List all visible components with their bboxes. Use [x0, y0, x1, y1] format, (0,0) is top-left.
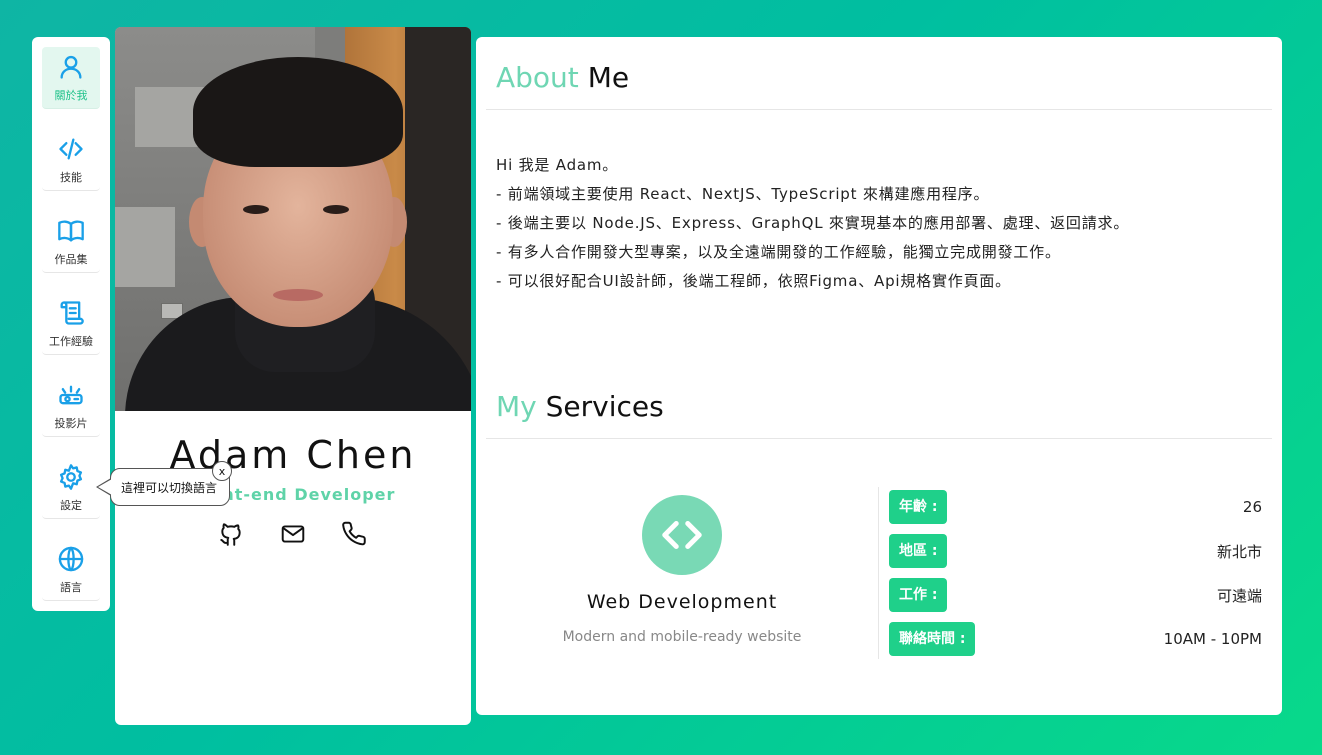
info-value: 可遠端 — [1216, 586, 1262, 605]
about-divider — [486, 109, 1272, 110]
phone-link[interactable] — [342, 521, 368, 547]
sidebar-item-label: 工作經驗 — [49, 335, 93, 348]
info-value: 10AM - 10PM — [1163, 630, 1262, 648]
info-key: 地區 : — [889, 534, 948, 568]
service-icon-circle — [642, 495, 722, 575]
about-title-accent: About — [496, 61, 579, 94]
book-icon — [58, 220, 84, 242]
sidebar-item-label: 語言 — [60, 581, 82, 594]
sidebar-item-portfolio[interactable]: 作品集 — [42, 211, 100, 273]
about-title: About Me — [496, 61, 629, 94]
services-title-rest: Services — [536, 390, 664, 423]
gear-icon — [59, 464, 83, 490]
tooltip-arrow-fill — [98, 479, 112, 495]
info-value: 新北市 — [1216, 542, 1262, 561]
sidebar-item-skills[interactable]: 技能 — [42, 129, 100, 191]
about-line: - 可以很好配合UI設計師，後端工程師，依照Figma、Api規格實作頁面。 — [496, 272, 1011, 290]
about-line: - 有多人合作開發大型專案，以及全遠端開發的工作經驗，能獨立完成開發工作。 — [496, 243, 1061, 261]
code-icon — [59, 138, 83, 160]
info-key: 聯絡時間 : — [889, 622, 976, 656]
scroll-icon — [60, 301, 84, 325]
info-key: 年齡 : — [889, 490, 948, 524]
main-content: About Me Hi 我是 Adam。 - 前端領域主要使用 React、Ne… — [476, 37, 1282, 715]
sidebar-item-label: 作品集 — [54, 253, 88, 266]
about-line: - 後端主要以 Node.JS、Express、GraphQL 來實現基本的應用… — [496, 214, 1130, 232]
info-row-contact-time: 聯絡時間 : 10AM - 10PM — [889, 622, 1262, 656]
about-line: - 前端領域主要使用 React、NextJS、TypeScript 來構建應用… — [496, 185, 990, 203]
services-vertical-divider — [878, 487, 879, 659]
mail-icon — [281, 525, 305, 543]
sidebar-item-settings[interactable]: 設定 — [42, 457, 100, 519]
sidebar-item-slides[interactable]: 投影片 — [42, 375, 100, 437]
email-link[interactable] — [280, 521, 306, 547]
projector-icon — [59, 385, 83, 405]
about-description: Hi 我是 Adam。 - 前端領域主要使用 React、NextJS、Type… — [496, 151, 1256, 296]
code-icon — [662, 521, 702, 549]
tooltip-close-button[interactable]: x — [212, 461, 232, 481]
sidebar-item-experience[interactable]: 工作經驗 — [42, 293, 100, 355]
social-links — [115, 521, 471, 547]
profile-photo — [115, 27, 471, 411]
sidebar-item-label: 投影片 — [54, 417, 88, 430]
service-title: Web Development — [586, 591, 778, 613]
phone-icon — [342, 521, 366, 546]
info-key: 工作 : — [889, 578, 948, 612]
info-row-age: 年齡 : 26 — [889, 490, 1262, 524]
sidebar-item-label: 技能 — [60, 171, 82, 184]
services-title: My Services — [496, 390, 664, 423]
services-divider — [486, 438, 1272, 439]
profile-card: Adam Chen Front-end Developer — [115, 27, 471, 725]
info-row-region: 地區 : 新北市 — [889, 534, 1262, 568]
info-list: 年齡 : 26 地區 : 新北市 工作 : 可遠端 聯絡時間 : 10AM - … — [889, 490, 1262, 666]
github-link[interactable] — [218, 521, 244, 547]
user-icon — [60, 55, 82, 79]
about-title-rest: Me — [578, 61, 630, 94]
about-line: Hi 我是 Adam。 — [496, 156, 619, 174]
globe-icon — [58, 546, 84, 572]
sidebar-item-label: 設定 — [60, 499, 82, 512]
sidebar-item-about[interactable]: 關於我 — [42, 47, 100, 109]
info-row-work: 工作 : 可遠端 — [889, 578, 1262, 612]
services-title-accent: My — [496, 390, 537, 423]
sidebar-item-language[interactable]: 語言 — [42, 539, 100, 601]
service-description: Modern and mobile-ready website — [562, 629, 802, 645]
service-card: Web Development Modern and mobile-ready … — [496, 485, 868, 655]
info-value: 26 — [1242, 498, 1262, 516]
sidebar-item-label: 關於我 — [54, 89, 88, 102]
tooltip-text: 這裡可以切換語言 — [121, 480, 218, 495]
sidebar: 關於我 技能 作品集 工作經驗 投影片 設定 語言 — [32, 37, 110, 611]
github-icon — [220, 523, 241, 546]
